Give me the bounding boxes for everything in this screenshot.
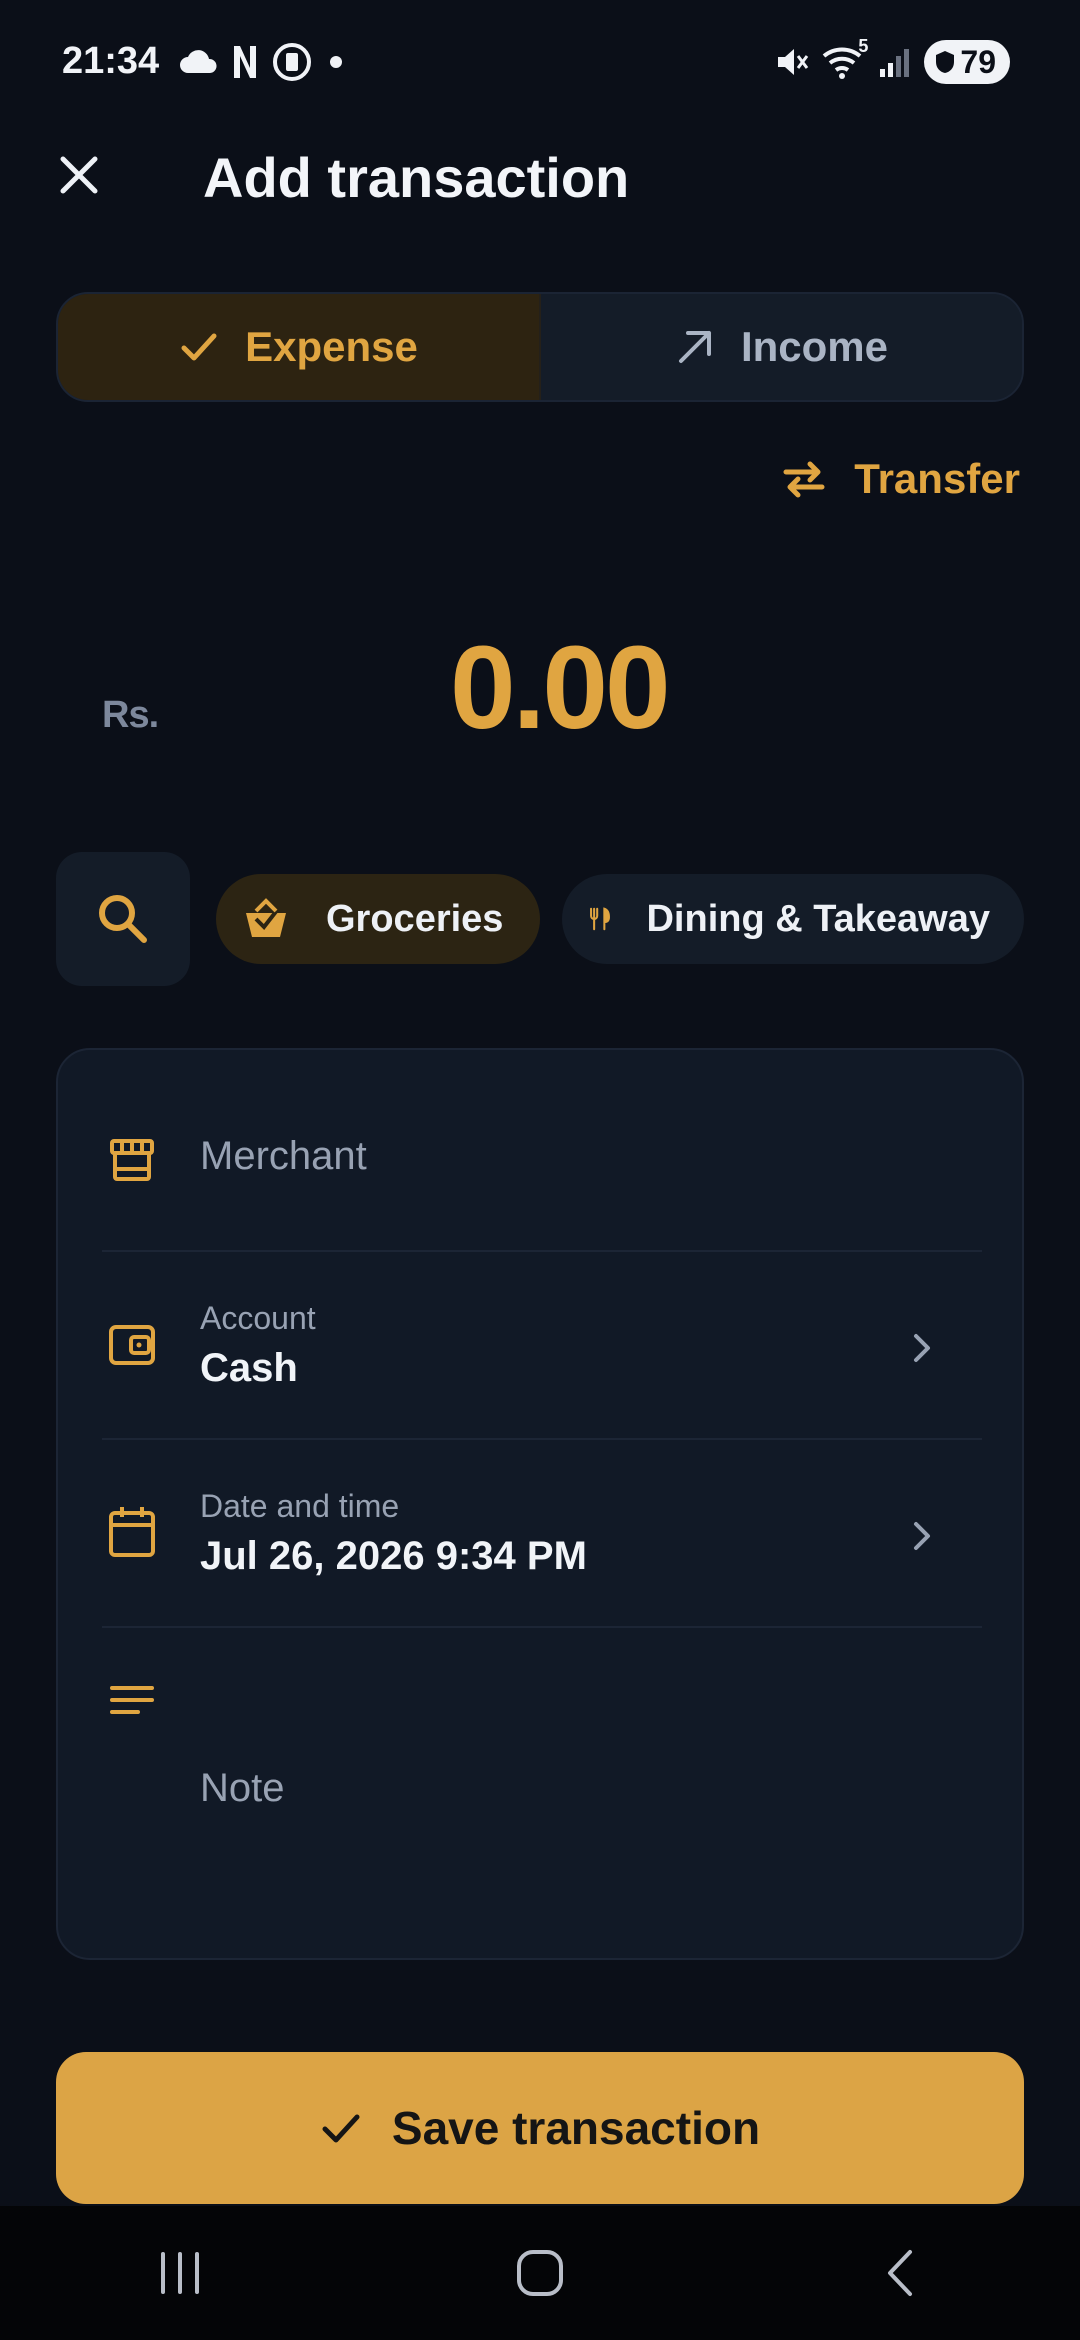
- chevron-right-icon: [914, 1334, 930, 1362]
- account-value: Cash: [200, 1346, 298, 1390]
- category-label: Groceries: [326, 897, 504, 940]
- tab-income-label: Income: [740, 323, 889, 370]
- category-chip-dining[interactable]: Dining & Takeaway: [562, 874, 1024, 964]
- transfer-button[interactable]: Transfer: [782, 455, 1020, 503]
- datetime-value: Jul 26, 2026 9:34 PM: [200, 1534, 587, 1578]
- basket-icon: [246, 898, 286, 937]
- tab-expense-label: Expense: [245, 323, 418, 370]
- category-chip-groceries[interactable]: Groceries: [216, 874, 540, 964]
- back-icon: [888, 2250, 912, 2296]
- notes-icon: [102, 1672, 162, 1732]
- account-label: Account: [200, 1300, 316, 1336]
- store-icon: [102, 1130, 162, 1190]
- dot-icon: [330, 56, 342, 68]
- search-icon: [99, 895, 147, 943]
- transaction-form-card: Merchant Account Cash Date and time Jul …: [56, 1048, 1024, 1960]
- close-button[interactable]: [44, 140, 114, 210]
- save-transaction-button[interactable]: Save transaction: [56, 2052, 1024, 2204]
- note-placeholder: Note: [200, 1766, 285, 1810]
- signal-icon: [880, 49, 910, 77]
- home-button[interactable]: [480, 2223, 600, 2323]
- tab-expense[interactable]: Expense: [58, 294, 541, 400]
- account-field[interactable]: Account Cash: [102, 1290, 982, 1400]
- arrow-up-right-icon: [678, 331, 711, 363]
- transaction-type-toggle: Expense Income: [56, 292, 1024, 402]
- wallet-icon: [102, 1314, 162, 1374]
- swap-arrows-icon: [783, 461, 825, 498]
- status-time: 21:34: [62, 40, 160, 82]
- page-title: Add transaction: [203, 146, 630, 209]
- calendar-icon: [102, 1502, 162, 1562]
- battery-icon: 79: [924, 40, 1010, 84]
- note-field[interactable]: Note: [102, 1666, 982, 1906]
- status-bar: 21:34 5 79: [0, 0, 1080, 130]
- cloud-icon: [180, 50, 217, 73]
- utensils-icon: [590, 907, 610, 931]
- status-right-icons: 5 79: [774, 36, 1010, 84]
- category-label: Dining & Takeaway: [646, 897, 990, 940]
- home-icon: [517, 2250, 563, 2296]
- recents-icon: [161, 2252, 199, 2294]
- merchant-field[interactable]: Merchant: [102, 1110, 982, 1210]
- n-icon: [234, 46, 256, 78]
- close-icon: [60, 156, 98, 194]
- network-badge: 5: [858, 36, 869, 56]
- transfer-label: Transfer: [854, 455, 1020, 502]
- recent-apps-button[interactable]: [120, 2223, 240, 2323]
- merchant-placeholder: Merchant: [200, 1134, 367, 1178]
- shield-app-icon: [273, 43, 311, 81]
- mute-icon: [778, 49, 809, 75]
- check-icon: [181, 333, 217, 361]
- divider: [102, 1438, 982, 1440]
- chevron-right-icon: [914, 1522, 930, 1550]
- divider: [102, 1250, 982, 1252]
- divider: [102, 1626, 982, 1628]
- currency-symbol: Rs.: [102, 694, 159, 736]
- datetime-field[interactable]: Date and time Jul 26, 2026 9:34 PM: [102, 1478, 982, 1588]
- category-search-button[interactable]: [56, 852, 190, 986]
- battery-level: 79: [960, 43, 996, 80]
- wifi-icon: 5: [822, 36, 868, 80]
- datetime-label: Date and time: [200, 1488, 400, 1524]
- tab-income[interactable]: Income: [541, 294, 1022, 400]
- system-navigation-bar: [0, 2206, 1080, 2340]
- save-label: Save transaction: [391, 2102, 761, 2154]
- amount-display[interactable]: 0.00: [450, 620, 671, 756]
- check-icon: [322, 2114, 360, 2143]
- status-left-icons: [178, 42, 346, 82]
- back-button[interactable]: [840, 2223, 960, 2323]
